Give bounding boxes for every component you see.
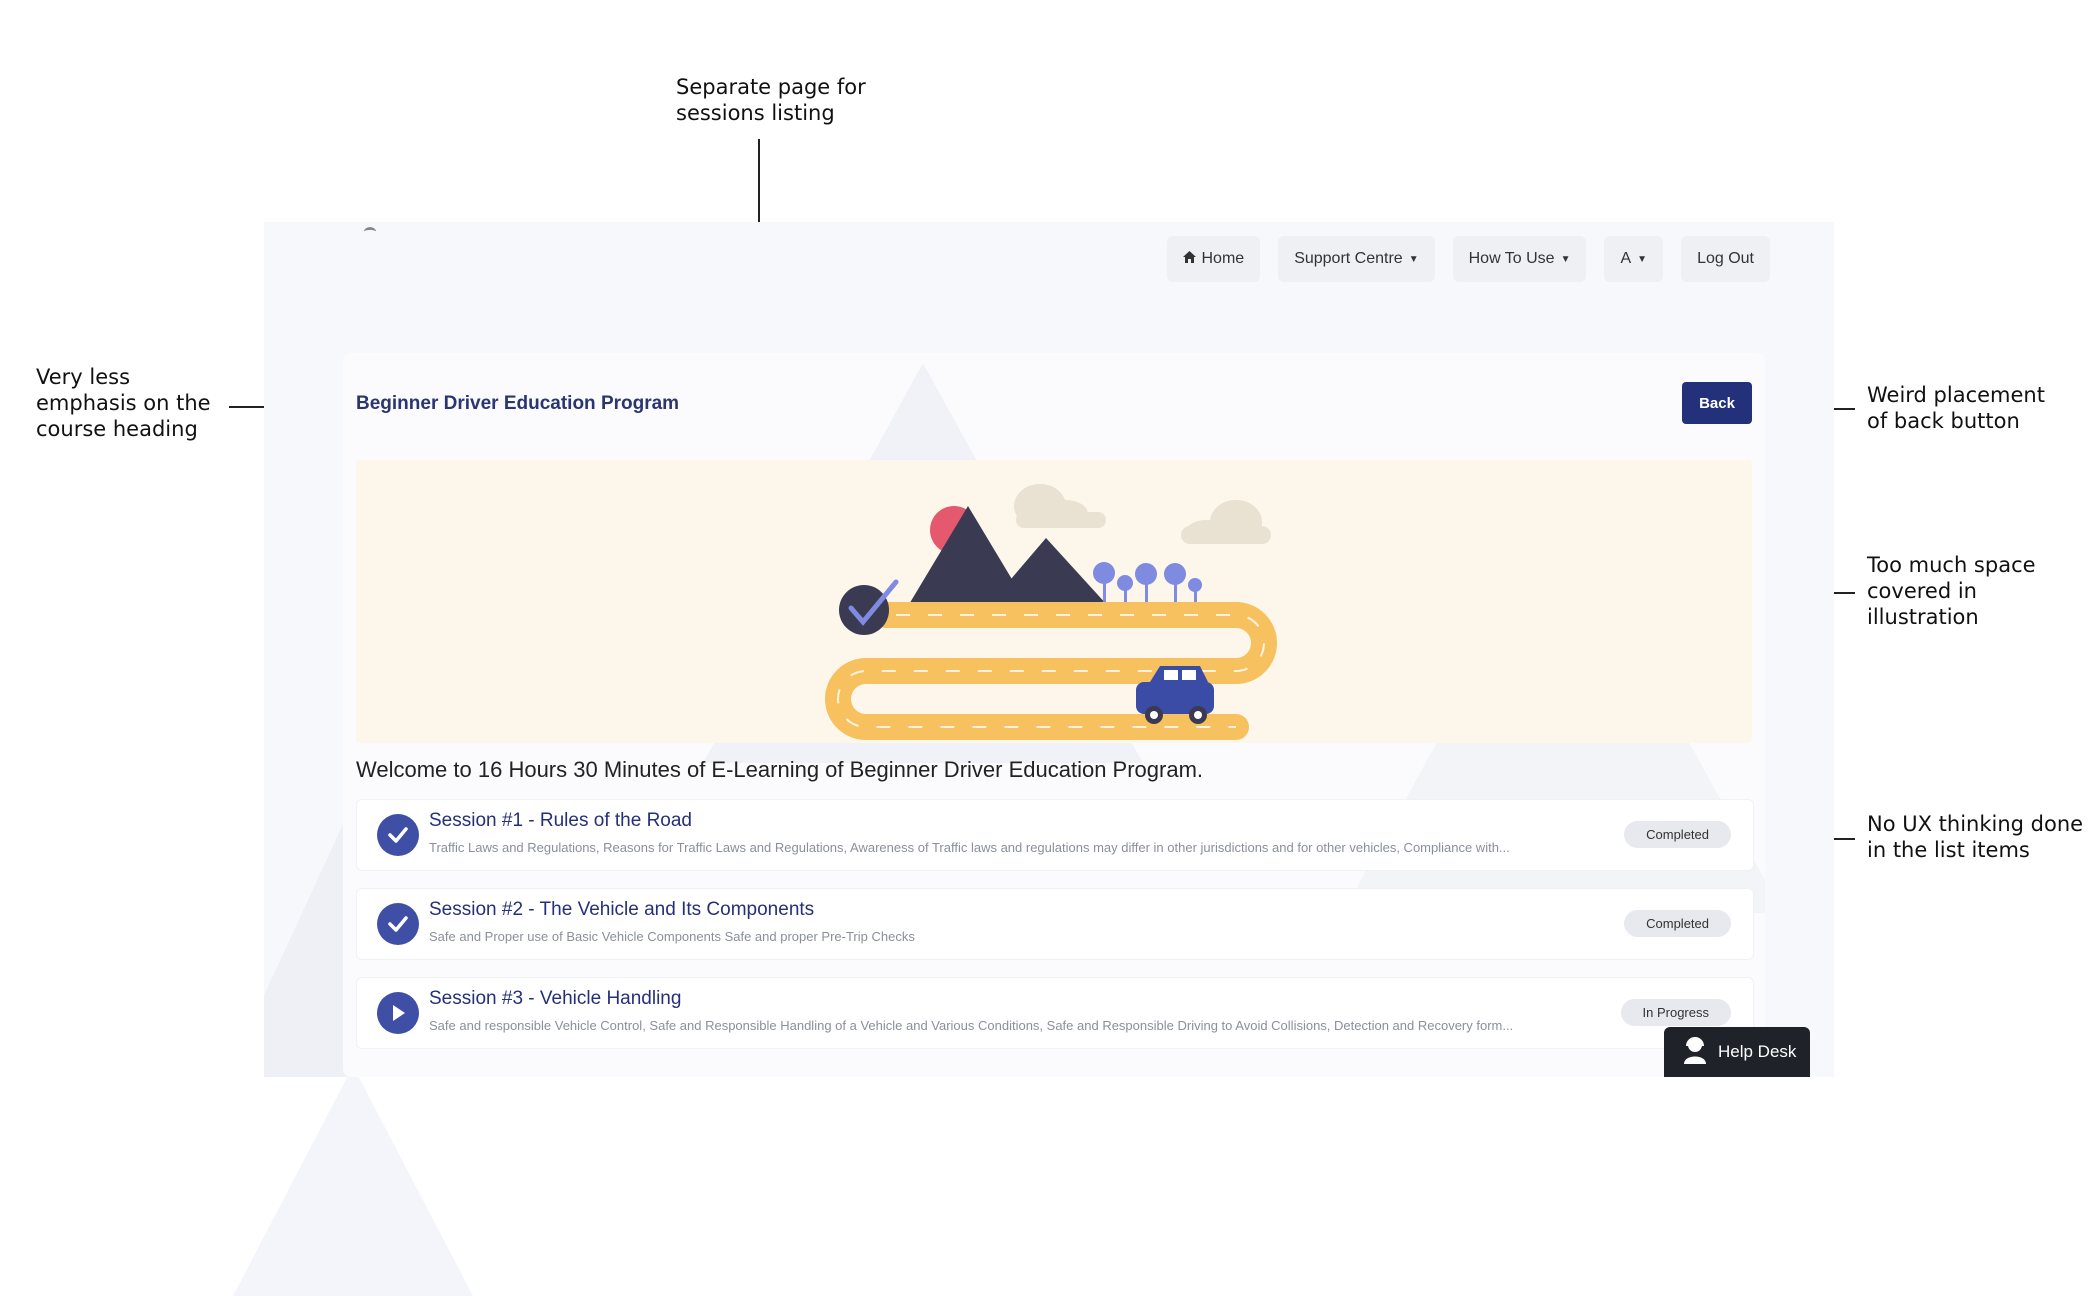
session-description: Safe and responsible Vehicle Control, Sa…: [429, 1018, 1514, 1033]
annotation-heading-emphasis: Very less emphasis on the course heading: [36, 365, 211, 441]
logo: [364, 227, 376, 236]
background-mountain-shape: [233, 1066, 473, 1296]
status-badge: Completed: [1624, 910, 1731, 937]
nav-home[interactable]: Home: [1166, 236, 1261, 282]
welcome-text: Welcome to 16 Hours 30 Minutes of E-Lear…: [356, 757, 1204, 782]
top-navigation: Home Support Centre ▼ How To Use ▼ A ▼ L…: [1166, 236, 1770, 282]
nav-how-to-use-label: How To Use: [1468, 250, 1555, 267]
nav-logout-label: Log Out: [1697, 250, 1754, 267]
session-description: Traffic Laws and Regulations, Reasons fo…: [429, 840, 1510, 855]
session-item[interactable]: Session #2 - The Vehicle and Its Compone…: [356, 888, 1754, 960]
annotation-illustration-space: Too much space covered in illustration: [1867, 553, 2036, 629]
status-badge: Completed: [1624, 821, 1731, 848]
annotation-list-items: No UX thinking done in the list items: [1867, 812, 2084, 862]
session-description: Safe and Proper use of Basic Vehicle Com…: [429, 929, 915, 944]
play-icon: [377, 992, 419, 1034]
session-item[interactable]: Session #3 - Vehicle Handling Safe and r…: [356, 977, 1754, 1049]
status-badge: In Progress: [1620, 999, 1731, 1026]
chevron-down-icon: ▼: [1408, 253, 1419, 265]
support-agent-icon: [1682, 1036, 1708, 1069]
chevron-down-icon: ▼: [1637, 253, 1648, 265]
nav-home-label: Home: [1201, 250, 1245, 267]
course-illustration: [356, 460, 1752, 743]
nav-support-label: Support Centre: [1294, 250, 1403, 267]
session-title[interactable]: Session #3 - Vehicle Handling: [429, 988, 681, 1010]
nav-account-label: A: [1620, 250, 1632, 267]
check-icon: [377, 814, 419, 856]
nav-how-to-use[interactable]: How To Use ▼: [1452, 236, 1587, 282]
session-item[interactable]: Session #1 - Rules of the Road Traffic L…: [356, 799, 1754, 871]
help-desk-label: Help Desk: [1718, 1042, 1797, 1061]
back-button[interactable]: Back: [1682, 382, 1752, 424]
page-title: Beginner Driver Education Program: [356, 393, 680, 414]
app-screenshot: Home Support Centre ▼ How To Use ▼ A ▼ L…: [264, 222, 1834, 1077]
annotation-back-button: Weird placement of back button: [1867, 383, 2045, 433]
annotation-sessions-page: Separate page for sessions listing: [676, 75, 866, 125]
home-icon: [1182, 250, 1196, 268]
chevron-down-icon: ▼: [1560, 253, 1571, 265]
nav-account-menu[interactable]: A ▼: [1604, 236, 1664, 282]
nav-support-centre[interactable]: Support Centre ▼: [1278, 236, 1435, 282]
road-trip-illustration: [825, 484, 1277, 740]
check-icon: [377, 903, 419, 945]
help-desk-button[interactable]: Help Desk: [1664, 1027, 1810, 1077]
course-card: Beginner Driver Education Program Back W…: [343, 353, 1765, 1077]
session-title[interactable]: Session #2 - The Vehicle and Its Compone…: [429, 899, 814, 921]
session-title[interactable]: Session #1 - Rules of the Road: [429, 810, 692, 832]
nav-logout[interactable]: Log Out: [1681, 236, 1770, 282]
